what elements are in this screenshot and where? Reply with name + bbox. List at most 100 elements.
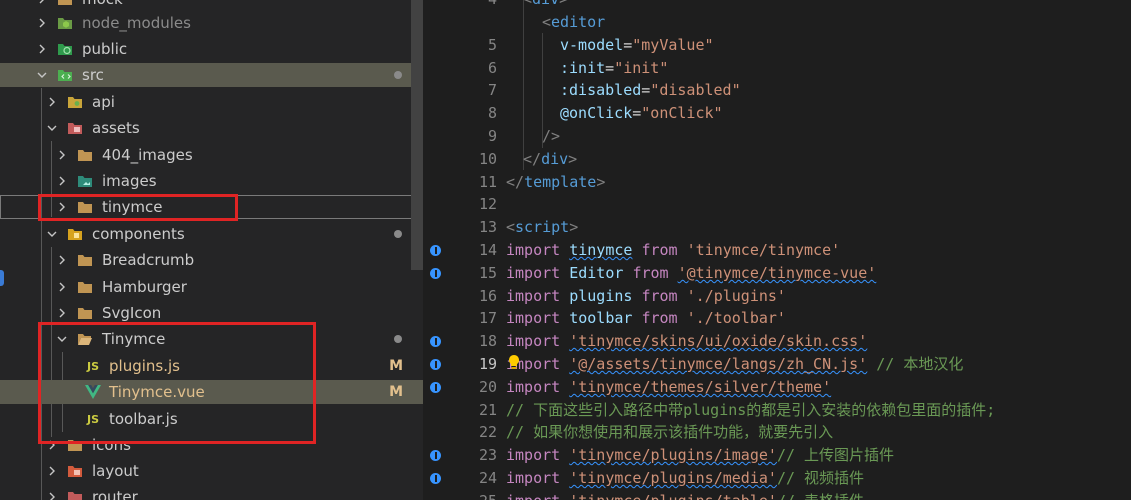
code-line: import 'tinymce/themes/silver/theme' <box>506 378 832 396</box>
chevron-down-icon <box>35 68 49 82</box>
code-line: </div> <box>523 150 578 168</box>
chevron-right-icon <box>45 464 59 478</box>
tree-item-api[interactable]: api <box>0 90 423 114</box>
chevron-right-icon <box>35 42 49 56</box>
tree-item-label: Hamburger <box>102 278 187 296</box>
folder-icon <box>77 147 93 163</box>
code-line: import 'tinymce/plugins/table'// 表格插件 <box>506 490 864 500</box>
line-number: 7 <box>487 81 497 99</box>
code-line: import 'tinymce/plugins/image'// 上传图片插件 <box>506 446 895 464</box>
annotation-box-tinymce-component <box>38 322 316 444</box>
code-line: import 'tinymce/plugins/media'// 视频插件 <box>506 469 865 487</box>
line-number: 25 <box>429 490 497 500</box>
info-marker-icon[interactable] <box>430 382 441 393</box>
chevron-down-icon <box>45 227 59 241</box>
tree-item-label: images <box>102 172 157 190</box>
tree-item-public[interactable]: public <box>0 37 423 61</box>
modified-dot-icon <box>394 335 402 343</box>
tree-item-label: public <box>82 40 128 58</box>
folder-assets-icon <box>67 120 83 136</box>
folder-node-icon <box>57 15 73 31</box>
chevron-right-icon <box>35 16 49 30</box>
tree-item-label: src <box>82 66 104 84</box>
line-number: 13 <box>478 218 497 236</box>
tree-item-router[interactable]: router <box>0 485 423 500</box>
code-line: <editor <box>542 13 606 31</box>
chevron-right-icon <box>55 174 69 188</box>
code-editor[interactable]: 4 5 6 7 8 9 10 11 12 13 14 15 16 17 18 1… <box>423 0 1131 500</box>
line-number: 8 <box>487 104 497 122</box>
code-line: import '@/assets/tinymce/langs/zh_CN.js'… <box>506 355 964 373</box>
tree-item-label: assets <box>92 119 140 137</box>
file-explorer: mock node_modules public src api assets … <box>0 0 423 500</box>
code-line: import tinymce from 'tinymce/tinymce' <box>506 241 841 259</box>
tree-item-assets[interactable]: assets <box>0 116 423 140</box>
tree-item-label: components <box>92 225 185 243</box>
line-number: 22 <box>478 423 497 441</box>
chevron-right-icon <box>35 0 49 6</box>
tree-item-label: layout <box>92 462 139 480</box>
code-line: import Editor from '@tinymce/tinymce-vue… <box>506 264 877 282</box>
tree-item-layout[interactable]: layout <box>0 459 423 483</box>
sash-indicator <box>0 270 4 286</box>
chevron-right-icon <box>55 306 69 320</box>
annotation-box-tinymce-folder <box>38 194 238 221</box>
tree-item-components[interactable]: components <box>0 222 423 246</box>
tree-item-label: node_modules <box>82 14 191 32</box>
folder-icon <box>77 305 93 321</box>
tree-item-label: api <box>92 93 115 111</box>
info-marker-icon[interactable] <box>430 268 441 279</box>
code-line: // 下面这些引入路径中带plugins的都是引入安装的依赖包里面的插件; <box>506 401 996 419</box>
line-number: 5 <box>487 36 497 54</box>
tree-item-label: Breadcrumb <box>102 251 195 269</box>
explorer-scrollbar-thumb[interactable] <box>411 0 423 270</box>
line-number: 16 <box>478 287 497 305</box>
code-line: <div> <box>523 0 568 11</box>
folder-icon <box>77 279 93 295</box>
code-line: import toolbar from './toolbar' <box>506 309 786 327</box>
info-marker-icon[interactable] <box>430 450 441 461</box>
line-number: 10 <box>478 150 497 168</box>
tree-item-node-modules[interactable]: node_modules <box>0 11 423 35</box>
folder-api-icon <box>67 94 83 110</box>
tree-item-images[interactable]: images <box>0 169 423 193</box>
git-status-badge: M <box>389 384 403 400</box>
folder-mock-icon <box>57 0 73 7</box>
folder-router-icon <box>67 489 83 500</box>
folder-components-icon <box>67 226 83 242</box>
chevron-right-icon <box>55 280 69 294</box>
info-marker-icon[interactable] <box>430 359 441 370</box>
chevron-right-icon <box>55 148 69 162</box>
code-line: <script> <box>506 218 579 236</box>
line-number: 12 <box>478 195 497 213</box>
tree-item-404-images[interactable]: 404_images <box>0 143 423 167</box>
code-line: @onClick="onClick" <box>560 104 723 122</box>
code-line: v-model="myValue" <box>560 36 714 54</box>
code-line: import 'tinymce/skins/ui/oxide/skin.css' <box>506 332 868 350</box>
code-line: import plugins from './plugins' <box>506 287 786 305</box>
info-marker-icon[interactable] <box>430 473 441 484</box>
modified-dot-icon <box>394 71 402 79</box>
tree-item-hamburger[interactable]: Hamburger <box>0 275 423 299</box>
info-marker-icon[interactable] <box>430 336 441 347</box>
code-line: /> <box>542 127 561 145</box>
lightbulb-icon[interactable] <box>507 354 521 374</box>
folder-src-icon <box>57 67 73 83</box>
tree-item-mock[interactable]: mock <box>0 0 423 11</box>
line-number: 6 <box>487 59 497 77</box>
folder-icon <box>77 252 93 268</box>
line-number: 9 <box>487 127 497 145</box>
line-number: 21 <box>478 401 497 419</box>
folder-public-icon <box>57 41 73 57</box>
tree-item-src[interactable]: src <box>0 63 423 87</box>
tree-item-label: 404_images <box>102 146 193 164</box>
chevron-right-icon <box>45 95 59 109</box>
tree-item-breadcrumb[interactable]: Breadcrumb <box>0 248 423 272</box>
code-line: </template> <box>506 173 606 191</box>
chevron-down-icon <box>45 121 59 135</box>
code-line: :disabled="disabled" <box>560 81 741 99</box>
tree-item-label: mock <box>82 0 123 8</box>
info-marker-icon[interactable] <box>430 245 441 256</box>
line-number: 17 <box>478 309 497 327</box>
code-line: // 如果你想使用和展示该插件功能，就要先引入 <box>506 423 834 441</box>
